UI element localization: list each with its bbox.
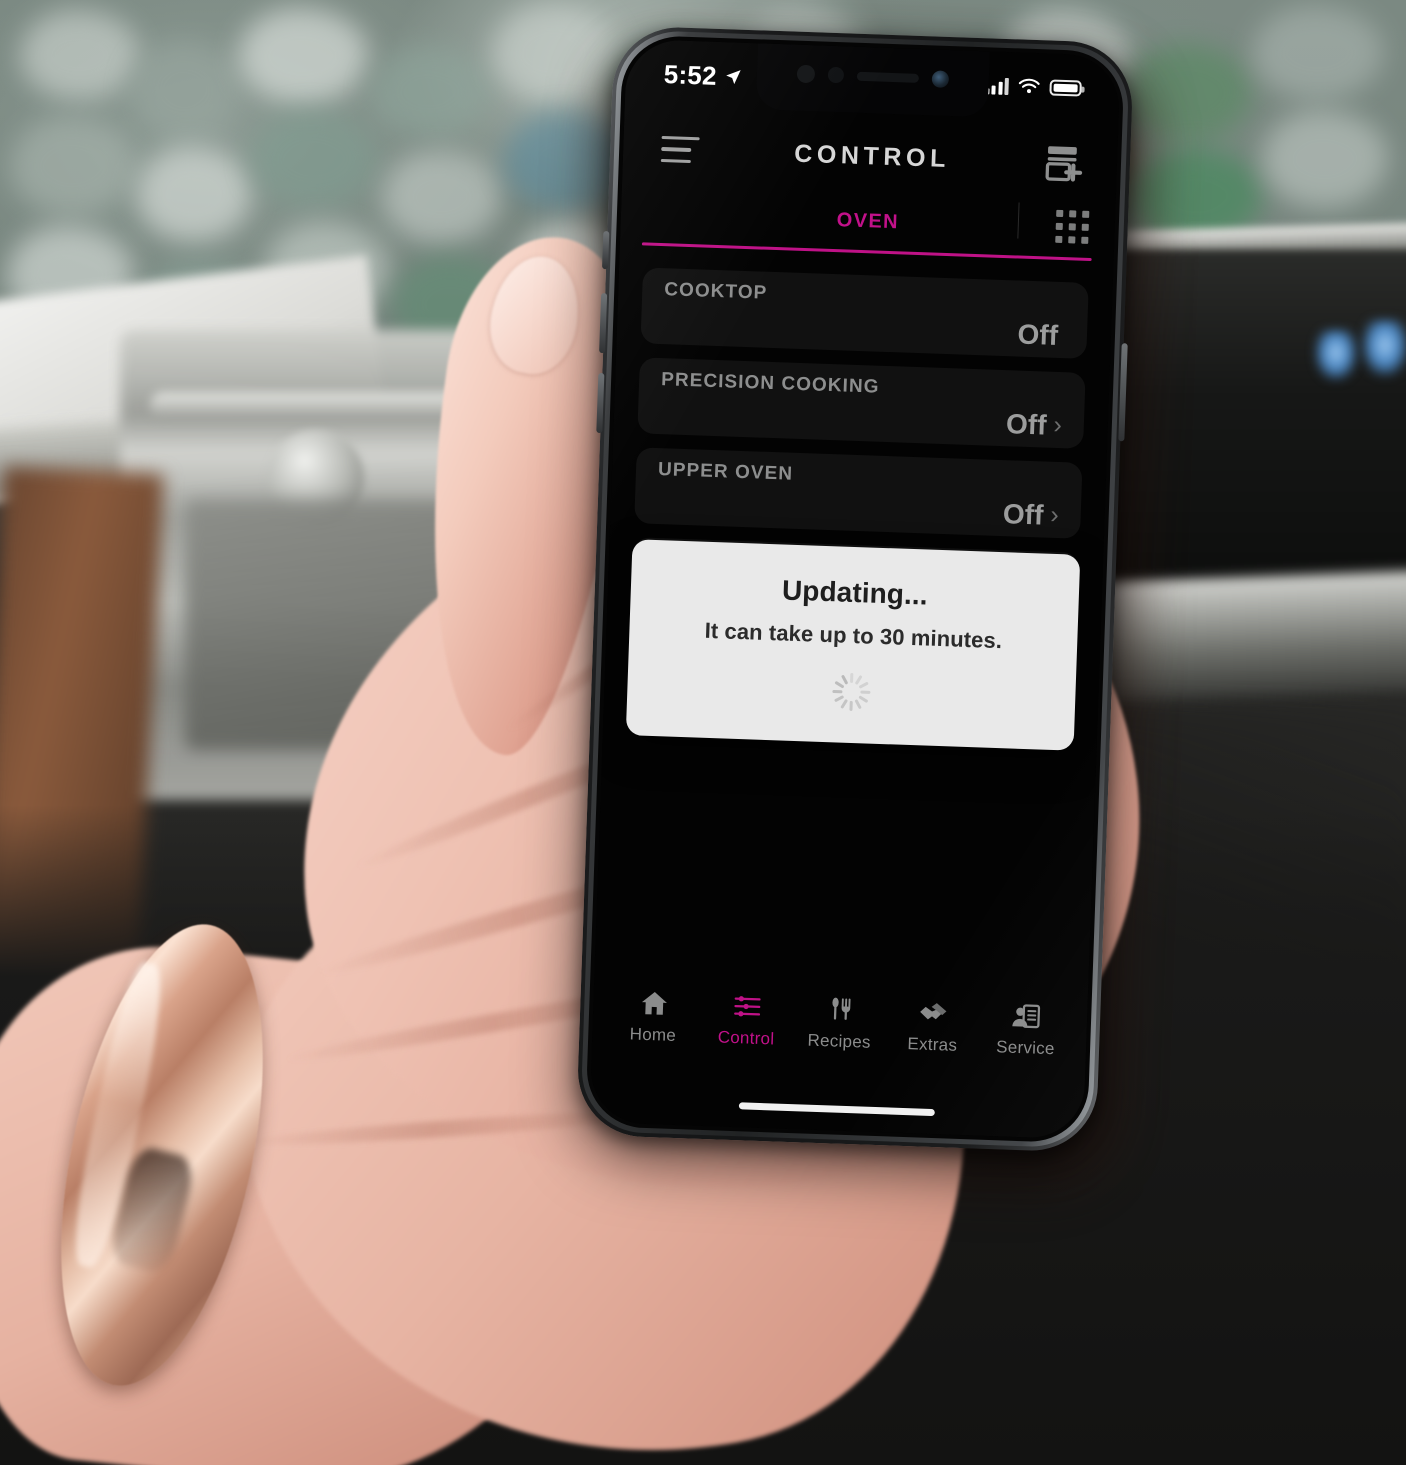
nav-item-home[interactable]: Home — [607, 985, 701, 1047]
updating-dialog: Updating... It can take up to 30 minutes… — [625, 539, 1081, 751]
chevron-right-icon: › — [1049, 500, 1060, 529]
row-value: Off› — [1002, 498, 1059, 532]
spinner-tick — [839, 698, 849, 709]
row-value: Off — [1017, 319, 1066, 353]
bottom-navigation-bar: Home Control Recipes Extras Service — [591, 984, 1088, 1093]
sliders-icon — [731, 989, 764, 1024]
dialog-title: Updating... — [781, 574, 929, 611]
spinner-tick — [854, 699, 862, 710]
dialog-subtitle: It can take up to 30 minutes. — [704, 617, 1003, 654]
clock-time: 5:52 — [663, 58, 718, 91]
nav-item-label: Service — [995, 1037, 1055, 1059]
phone-screen: 5:52 CONTROL OVEN COOKTOP Off PRECISION … — [589, 38, 1121, 1140]
tab-oven[interactable]: OVEN — [836, 209, 899, 234]
nav-item-control[interactable]: Control — [700, 988, 794, 1050]
row-value: Off› — [1006, 408, 1063, 442]
support-agent-icon — [1011, 999, 1042, 1034]
nav-item-extras[interactable]: Extras — [886, 994, 980, 1056]
grid-view-icon[interactable] — [1055, 209, 1090, 244]
home-indicator[interactable] — [738, 1102, 935, 1117]
proximity-sensor-icon — [796, 64, 816, 84]
status-bar-left: 5:52 — [663, 59, 743, 93]
screenshot-scene: 5:52 CONTROL OVEN COOKTOP Off PRECISION … — [0, 0, 1406, 1465]
notch — [755, 43, 990, 118]
table-row[interactable]: PRECISION COOKING Off › — [637, 357, 1086, 449]
cutlery-icon — [825, 992, 856, 1027]
nav-item-label: Extras — [907, 1034, 958, 1055]
row-title: PRECISION COOKING — [660, 369, 880, 398]
table-row[interactable]: UPPER OVEN Off › — [634, 447, 1083, 539]
updating-dialog-wrapper: Updating... It can take up to 30 minutes… — [603, 538, 1104, 751]
smartphone: 5:52 CONTROL OVEN COOKTOP Off PRECISION … — [575, 25, 1135, 1153]
status-bar-right — [984, 76, 1082, 97]
tab-strip: OVEN — [619, 187, 1115, 274]
loading-spinner-icon — [831, 672, 872, 717]
battery-full-icon — [1049, 79, 1082, 97]
spinner-tick — [858, 681, 869, 690]
nav-item-service[interactable]: Service — [979, 998, 1073, 1060]
nav-item-label: Control — [717, 1027, 775, 1049]
spinner-tick — [840, 674, 849, 685]
spinner-tick — [832, 689, 843, 694]
hamburger-menu-icon[interactable] — [655, 130, 706, 170]
row-title: UPPER OVEN — [657, 459, 794, 485]
app-header: CONTROL — [622, 115, 1118, 198]
nav-item-label: Home — [629, 1024, 677, 1046]
wifi-icon — [1018, 78, 1040, 94]
add-panel-icon[interactable] — [1038, 139, 1086, 187]
location-arrow-icon — [726, 69, 741, 84]
spinner-tick — [858, 695, 869, 704]
chevron-right-icon: › — [1053, 410, 1063, 439]
table-row[interactable]: COOKTOP Off — [640, 267, 1089, 359]
nav-item-recipes[interactable]: Recipes — [793, 991, 887, 1053]
page-title: CONTROL — [793, 139, 951, 173]
row-state-label: Off — [1005, 408, 1048, 441]
handshake-icon — [917, 995, 950, 1030]
row-title: COOKTOP — [663, 279, 768, 304]
row-state-label: Off — [1002, 498, 1044, 531]
spinner-tick — [860, 690, 871, 695]
nav-item-label: Recipes — [807, 1030, 872, 1052]
earpiece-speaker — [856, 71, 920, 83]
row-state-label: Off — [1017, 318, 1059, 351]
spinner-tick — [849, 700, 853, 711]
front-camera-icon — [931, 69, 950, 88]
ambient-light-sensor-icon — [827, 66, 845, 84]
home-icon — [638, 986, 669, 1021]
spinner-tick — [850, 672, 854, 684]
